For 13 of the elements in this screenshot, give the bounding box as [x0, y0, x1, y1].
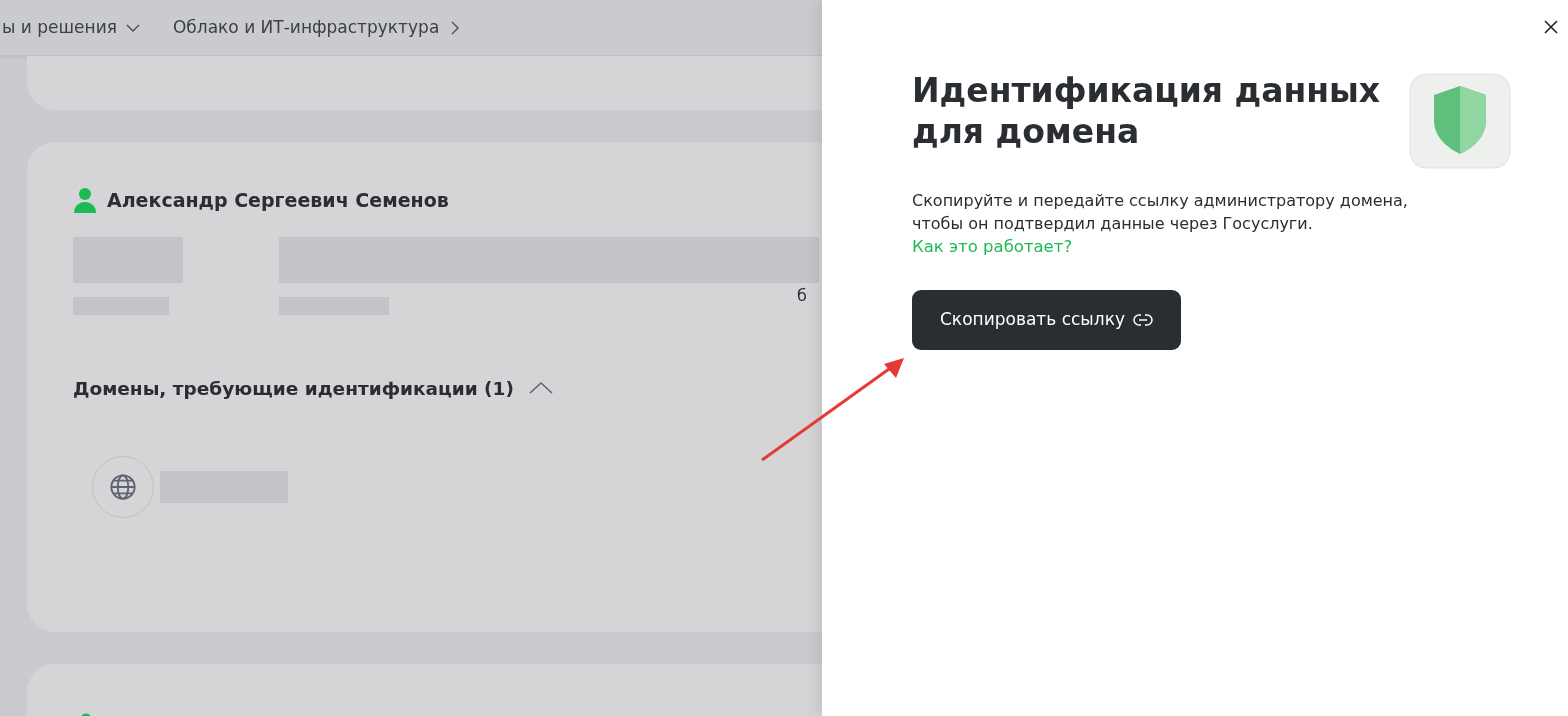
shield-icon: [1408, 72, 1512, 170]
close-icon: [1544, 19, 1558, 34]
nav-link[interactable]: ы и решения: [2, 14, 141, 41]
panel-title: Идентификация данных для домена: [912, 70, 1382, 153]
copy-link-button[interactable]: Скопировать ссылку: [912, 289, 1181, 350]
nav-link[interactable]: Облако и ИТ-инфраструктура: [172, 14, 464, 41]
link-icon: [1132, 312, 1153, 327]
panel-description: Скопируйте и передайте ссылку администратору домена, чтобы он подтвердил данные через Госуслуги.: [912, 189, 1409, 235]
cut-text: б: [797, 285, 807, 307]
contact-name: Александр Сергеевич Семенов: [107, 188, 449, 213]
collapse-toggle[interactable]: [527, 380, 554, 397]
section-heading: Домены, требующие идентификации (1): [73, 376, 514, 401]
person-icon: [73, 187, 97, 214]
